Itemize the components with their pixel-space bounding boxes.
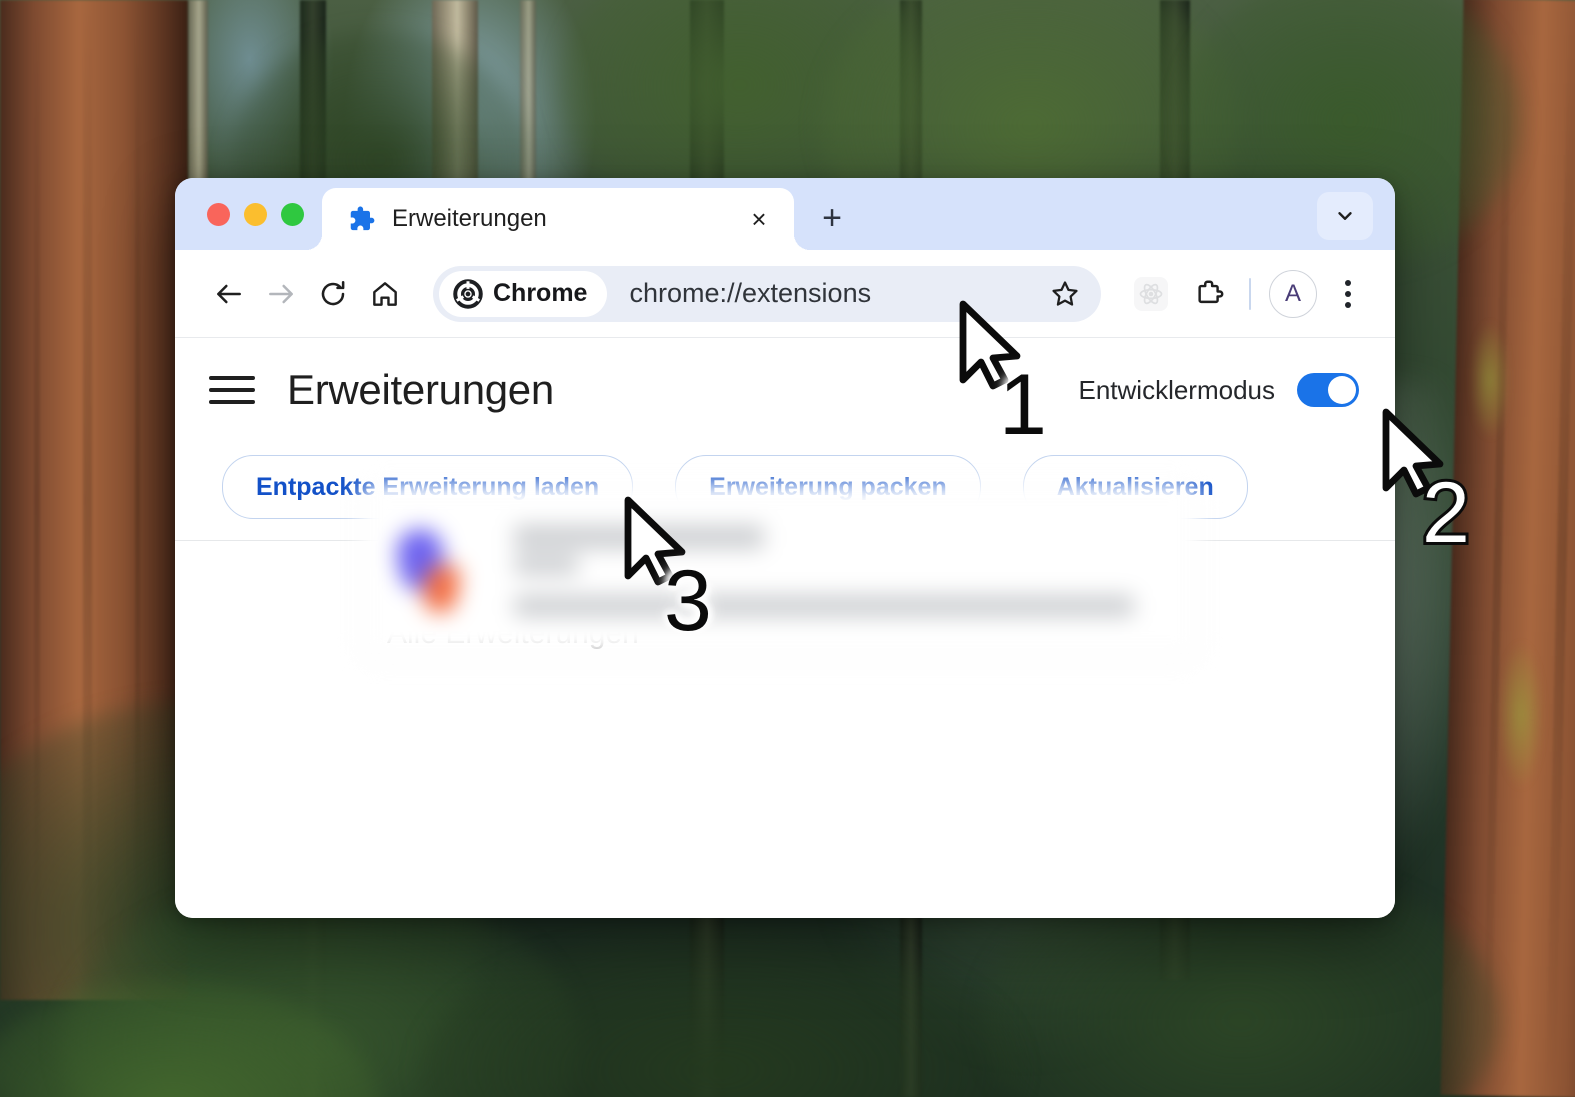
annotation-number: 3: [664, 553, 712, 649]
developer-mode-toggle[interactable]: [1297, 373, 1359, 407]
annotation-step-2: 2: [1378, 408, 1473, 559]
puzzle-piece-icon: [346, 204, 376, 234]
kebab-menu-icon: [1345, 279, 1351, 286]
reload-button[interactable]: [307, 268, 359, 320]
maximize-window-button[interactable]: [281, 202, 304, 226]
tab-strip: Erweiterungen × +: [175, 178, 1395, 250]
kebab-menu-icon: [1345, 290, 1351, 297]
avatar[interactable]: A: [1269, 269, 1317, 318]
home-button[interactable]: [359, 268, 411, 320]
back-button[interactable]: [203, 268, 255, 320]
tab-title: Erweiterungen: [392, 205, 547, 232]
minimize-window-button[interactable]: [244, 202, 267, 226]
browser-toolbar: Chrome chrome://extensions A: [175, 250, 1395, 338]
window-traffic-lights: [175, 178, 322, 250]
extension-version-redacted: [514, 554, 578, 575]
react-devtools-button[interactable]: [1125, 268, 1177, 320]
hamburger-icon: [209, 388, 255, 392]
annotation-step-3: 3: [620, 496, 712, 644]
annotation-number: 1: [999, 357, 1047, 453]
chrome-browser-window: Erweiterungen × + Chrome chrome://extens…: [175, 178, 1395, 918]
extensions-page: Erweiterungen Entwicklermodus Entpackte …: [175, 338, 1395, 918]
moss-patch: [1498, 640, 1544, 790]
forward-button[interactable]: [255, 268, 307, 320]
react-icon: [1133, 276, 1169, 312]
new-tab-button[interactable]: +: [808, 194, 856, 242]
chevron-down-icon: [1334, 205, 1356, 227]
star-icon: [1049, 278, 1081, 310]
extensions-page-header: Erweiterungen Entwicklermodus: [175, 338, 1395, 442]
arrow-left-icon: [213, 278, 245, 310]
arrow-right-icon: [265, 278, 297, 310]
extension-description-redacted: [514, 594, 1134, 617]
chrome-logo-icon: [453, 278, 483, 309]
bookmark-button[interactable]: [1043, 272, 1087, 316]
hamburger-icon: [209, 376, 255, 380]
hamburger-icon: [209, 400, 255, 404]
toggle-knob: [1328, 376, 1356, 404]
developer-mode-label: Entwicklermodus: [1078, 374, 1275, 405]
extension-logo-icon: [393, 523, 472, 619]
chrome-chip-label: Chrome: [493, 279, 588, 307]
extension-card[interactable]: [360, 483, 1200, 658]
reload-icon: [317, 278, 349, 310]
home-icon: [369, 278, 401, 310]
extension-card-details: [514, 524, 1166, 617]
annotation-step-1: 1: [955, 300, 1047, 448]
annotation-number: 2: [1419, 465, 1473, 561]
extensions-button[interactable]: [1183, 268, 1235, 320]
screenshot-stage: Erweiterungen × + Chrome chrome://extens…: [0, 0, 1575, 1097]
kebab-menu-icon: [1345, 301, 1351, 308]
extensions-puzzle-icon: [1192, 277, 1226, 311]
chrome-source-chip[interactable]: Chrome: [439, 270, 608, 317]
tab-erweiterungen[interactable]: Erweiterungen ×: [322, 188, 794, 250]
moss-patch: [1470, 320, 1510, 440]
extensions-menu-button[interactable]: [209, 367, 255, 413]
close-tab-button[interactable]: ×: [742, 202, 776, 236]
close-window-button[interactable]: [207, 202, 230, 226]
toolbar-divider: [1249, 277, 1251, 310]
tab-search-button[interactable]: [1317, 192, 1373, 240]
browser-menu-button[interactable]: [1325, 271, 1371, 317]
